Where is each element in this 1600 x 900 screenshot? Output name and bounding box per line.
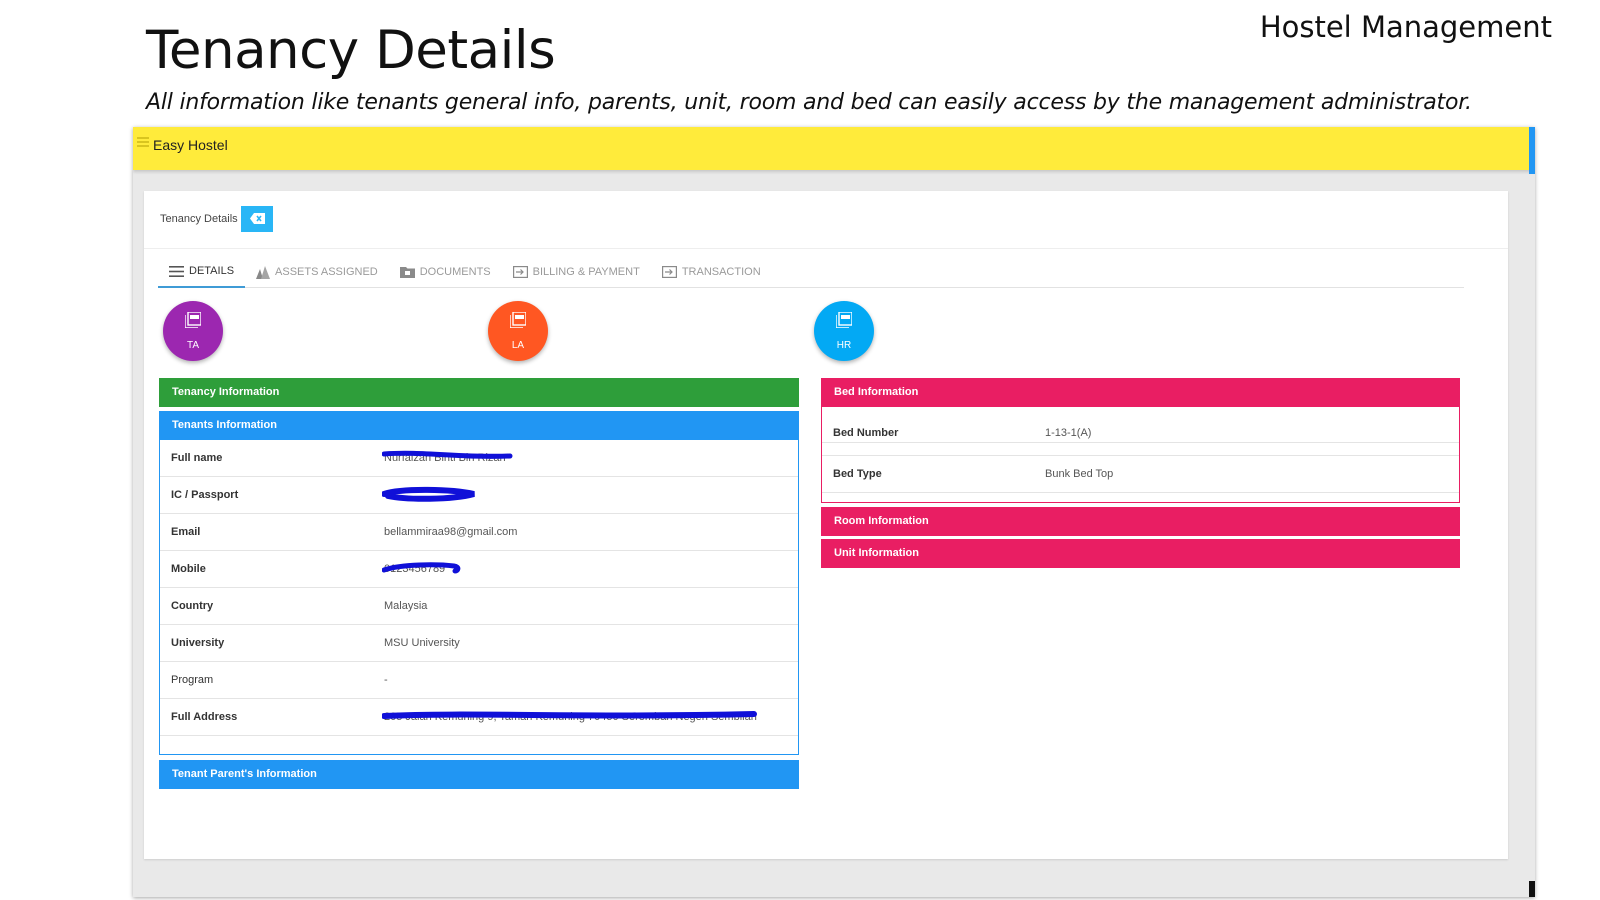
- tab-label: BILLING & PAYMENT: [532, 266, 640, 278]
- field-label: Email: [171, 526, 201, 538]
- tab-details[interactable]: DETAILS: [158, 256, 246, 288]
- redaction-scribble: [382, 562, 461, 574]
- backspace-icon: [249, 212, 265, 227]
- document-la-button[interactable]: LA: [488, 301, 548, 361]
- tenants-information-panel: Full name Nurfaizah Binti Bin Rizan IC /…: [159, 440, 799, 755]
- field-value: Bunk Bed Top: [1045, 468, 1114, 480]
- field-value: -: [384, 674, 388, 686]
- pdf-icon: [509, 310, 527, 333]
- tab-assets-assigned[interactable]: ASSETS ASSIGNED: [245, 256, 389, 288]
- pdf-icon: [184, 310, 202, 333]
- redaction-scribble: [382, 486, 475, 502]
- tab-transaction[interactable]: TRANSACTION: [651, 256, 772, 288]
- scrollbar-accent[interactable]: [1529, 127, 1535, 174]
- field-full-name: Full name Nurfaizah Binti Bin Rizan: [160, 440, 798, 477]
- tenants-information-header[interactable]: Tenants Information: [159, 411, 799, 440]
- field-program: Program -: [160, 662, 798, 699]
- close-button[interactable]: [241, 206, 273, 232]
- field-value: Malaysia: [384, 600, 428, 612]
- field-value: bellammiraa98@gmail.com: [384, 526, 518, 538]
- menu-icon[interactable]: [137, 137, 149, 147]
- field-value: 1-13-1(A): [1045, 427, 1092, 439]
- field-label: Full name: [171, 452, 223, 464]
- field-full-address: Full Address 205 Jalan Kemuning 9, Taman…: [160, 699, 798, 736]
- field-label: University: [171, 637, 225, 649]
- field-country: Country Malaysia: [160, 588, 798, 625]
- field-label: Program: [171, 674, 214, 686]
- folder-icon: [399, 266, 415, 278]
- field-label: Bed Number: [833, 427, 899, 439]
- list-icon: [169, 265, 184, 277]
- room-information-header[interactable]: Room Information: [821, 507, 1460, 536]
- app-bar: Easy Hostel: [133, 127, 1535, 170]
- tab-bar: DETAILS ASSETS ASSIGNED DOCUMENTS BILLIN…: [158, 256, 1464, 288]
- document-label: HR: [836, 339, 852, 351]
- field-bed-type: Bed Type Bunk Bed Top: [822, 455, 1459, 493]
- field-university: University MSU University: [160, 625, 798, 662]
- field-mobile: Mobile 0123456789: [160, 551, 798, 588]
- tab-label: DOCUMENTS: [419, 266, 491, 278]
- field-value: MSU University: [384, 637, 460, 649]
- bed-information-header[interactable]: Bed Information: [821, 378, 1460, 407]
- unit-information-header[interactable]: Unit Information: [821, 539, 1460, 568]
- document-hr-button[interactable]: HR: [814, 301, 874, 361]
- card-title: Tenancy Details: [160, 213, 238, 225]
- tenancy-card: Tenancy Details DETAILS ASSETS ASSIGNED …: [144, 191, 1508, 859]
- slide-subtitle: All information like tenants general inf…: [146, 90, 1472, 115]
- pdf-icon: [835, 310, 853, 333]
- input-icon: [661, 266, 677, 278]
- field-label: Full Address: [171, 711, 238, 723]
- tenancy-information-header[interactable]: Tenancy Information: [159, 378, 799, 407]
- field-bed-number: Bed Number 1-13-1(A): [822, 407, 1459, 443]
- field-label: Country: [171, 600, 214, 612]
- field-ic-passport: IC / Passport: [160, 477, 798, 514]
- redaction-scribble: [382, 711, 757, 719]
- tenant-parents-information-header[interactable]: Tenant Parent's Information: [159, 760, 799, 789]
- bed-information-panel: Bed Number 1-13-1(A) Bed Type Bunk Bed T…: [821, 407, 1460, 503]
- field-label: IC / Passport: [171, 489, 239, 501]
- slide-title: Tenancy Details: [146, 20, 556, 81]
- document-label: LA: [511, 339, 525, 351]
- field-label: Mobile: [171, 563, 206, 575]
- brand-title: Hostel Management: [1259, 10, 1552, 44]
- scrollbar-end: [1529, 881, 1535, 897]
- tab-label: DETAILS: [189, 265, 235, 277]
- redaction-scribble: [382, 450, 513, 459]
- document-label: TA: [186, 339, 200, 351]
- tab-label: TRANSACTION: [681, 266, 761, 278]
- assets-icon: [256, 265, 271, 279]
- document-ta-button[interactable]: TA: [163, 301, 223, 361]
- field-email: Email bellammiraa98@gmail.com: [160, 514, 798, 551]
- tab-billing-payment[interactable]: BILLING & PAYMENT: [502, 256, 651, 288]
- app-name: Easy Hostel: [153, 137, 228, 153]
- tab-label: ASSETS ASSIGNED: [275, 266, 378, 278]
- tab-documents[interactable]: DOCUMENTS: [389, 256, 502, 288]
- input-icon: [512, 266, 528, 278]
- field-label: Bed Type: [833, 468, 882, 480]
- app-window: Easy Hostel Tenancy Details DETAILS ASSE…: [133, 127, 1535, 897]
- card-header: Tenancy Details: [144, 191, 1508, 249]
